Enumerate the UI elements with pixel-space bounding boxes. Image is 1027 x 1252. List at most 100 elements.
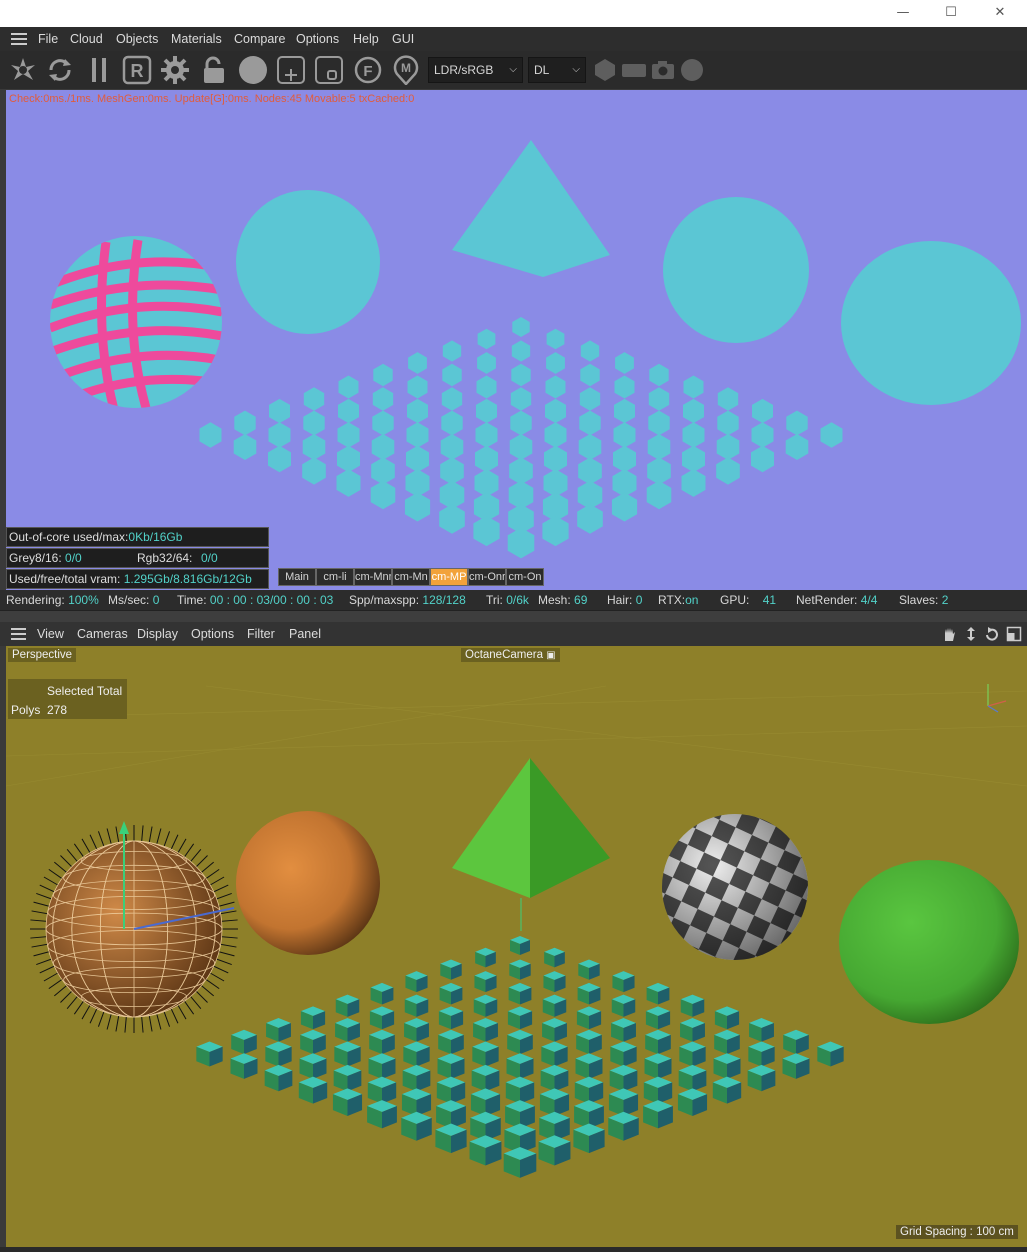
camera-label[interactable]: OctaneCamera ▣ bbox=[461, 648, 560, 662]
viewport-menu-cameras[interactable]: Cameras bbox=[77, 627, 128, 641]
maximize-icon[interactable]: ☐ bbox=[928, 0, 974, 27]
render-hex-cube bbox=[337, 422, 360, 448]
axis-gizmo-icon bbox=[987, 684, 1007, 713]
rectangle-icon[interactable] bbox=[619, 55, 649, 85]
maximize-icon[interactable] bbox=[1006, 626, 1022, 642]
render-hex-cube bbox=[717, 387, 739, 411]
refresh-icon[interactable] bbox=[45, 55, 75, 85]
pause-icon[interactable] bbox=[84, 55, 114, 85]
viewport-cube bbox=[577, 982, 601, 1005]
render-tab-cm-on[interactable]: cm-On bbox=[506, 568, 544, 586]
render-tab-cm-mn[interactable]: cm-Mn bbox=[392, 568, 430, 586]
gear-icon[interactable] bbox=[160, 55, 190, 85]
render-hex-cube bbox=[544, 445, 567, 473]
viewport-menu-panel[interactable]: Panel bbox=[289, 627, 321, 641]
menu-help[interactable]: Help bbox=[353, 32, 379, 46]
viewport-cube bbox=[714, 1029, 740, 1055]
render-hex-cube bbox=[507, 527, 535, 559]
render-hex-cube bbox=[302, 457, 326, 485]
octane-logo-icon[interactable] bbox=[8, 55, 38, 85]
editor-viewport[interactable]: Perspective OctaneCamera ▣ Selected Tota… bbox=[6, 646, 1027, 1247]
camera-name: OctaneCamera bbox=[465, 649, 543, 661]
render-scene bbox=[50, 140, 1021, 559]
render-cube-grid bbox=[199, 317, 843, 559]
circle-icon[interactable] bbox=[677, 55, 707, 85]
camera-icon[interactable] bbox=[648, 55, 678, 85]
viewport-cube bbox=[404, 994, 429, 1017]
viewport-cube bbox=[367, 1076, 397, 1104]
render-tab-cm-li[interactable]: cm-li bbox=[316, 568, 354, 586]
m-pin-icon[interactable]: M bbox=[391, 55, 421, 85]
perspective-label[interactable]: Perspective bbox=[8, 648, 77, 662]
viewport-cube bbox=[264, 1064, 293, 1092]
render-hex-cube bbox=[614, 375, 635, 399]
octane-window: File Cloud Objects Materials Compare Opt… bbox=[0, 27, 1027, 1252]
minimize-icon[interactable]: — bbox=[880, 0, 926, 27]
viewport-cube bbox=[231, 1029, 257, 1055]
viewport-cube bbox=[437, 1053, 465, 1079]
viewport-cube bbox=[679, 1041, 706, 1067]
kernel-select[interactable]: DL ⌵ bbox=[528, 57, 586, 83]
viewport-menu-options[interactable]: Options bbox=[191, 627, 234, 641]
hamburger-menu-icon[interactable] bbox=[11, 628, 26, 640]
viewport-cube bbox=[612, 971, 635, 993]
render-hex-cube bbox=[338, 398, 359, 424]
render-hex-cube bbox=[786, 410, 808, 436]
render-hex-cube bbox=[336, 469, 361, 497]
render-hex-cube bbox=[441, 410, 463, 436]
lock-icon[interactable] bbox=[199, 55, 229, 85]
menu-file[interactable]: File bbox=[38, 32, 58, 46]
viewport-cube bbox=[643, 1100, 673, 1129]
menu-materials[interactable]: Materials bbox=[171, 32, 222, 46]
render-viewport[interactable]: Check:0ms./1ms. MeshGen:0ms. Update[G]:0… bbox=[6, 90, 1027, 590]
viewport-cube bbox=[435, 1123, 467, 1154]
selection-info: Selected Total Polys 278 bbox=[8, 679, 127, 719]
hand-icon[interactable] bbox=[941, 626, 957, 642]
viewport-grid bbox=[6, 685, 1027, 787]
add-region-icon[interactable] bbox=[276, 55, 306, 85]
viewport-cube bbox=[436, 1076, 466, 1104]
render-green-sphere-mask bbox=[841, 241, 1021, 405]
render-tab-cm-mnr[interactable]: cm-Mnr bbox=[354, 568, 392, 586]
viewport-cube bbox=[473, 994, 498, 1017]
tonemap-select[interactable]: LDR/sRGB ⌵ bbox=[428, 57, 523, 83]
menu-objects[interactable]: Objects bbox=[116, 32, 158, 46]
menu-options[interactable]: Options bbox=[296, 32, 339, 46]
render-hex-cube bbox=[716, 434, 740, 460]
viewport-cube bbox=[646, 982, 670, 1005]
close-icon[interactable]: ✕ bbox=[977, 0, 1023, 27]
viewport-menu-display[interactable]: Display bbox=[137, 627, 178, 641]
region-icon[interactable] bbox=[314, 55, 344, 85]
rgb-value: 0/0 bbox=[201, 551, 218, 565]
render-hex-cube bbox=[476, 375, 497, 399]
viewport-cube bbox=[538, 1135, 571, 1166]
viewport-cube bbox=[542, 1018, 567, 1042]
viewport-cube bbox=[333, 1064, 362, 1092]
render-tab-cm-onr[interactable]: cm-Onr bbox=[468, 568, 506, 586]
render-hex-cube bbox=[580, 363, 600, 387]
viewport-cube bbox=[300, 1029, 326, 1055]
render-tab-main[interactable]: Main bbox=[278, 568, 316, 586]
render-hex-cube bbox=[475, 445, 498, 473]
render-status-bar: Rendering: 100% Ms/sec: 0 Time: 00 : 00 … bbox=[0, 590, 1027, 610]
move-icon[interactable] bbox=[963, 626, 979, 642]
viewport-menu-filter[interactable]: Filter bbox=[247, 627, 275, 641]
viewport-menu-view[interactable]: View bbox=[37, 627, 64, 641]
menu-compare[interactable]: Compare bbox=[234, 32, 285, 46]
viewport-cube bbox=[472, 1041, 499, 1067]
hamburger-menu-icon[interactable] bbox=[11, 33, 27, 45]
render-tab-cm-mp[interactable]: cm-MP bbox=[430, 568, 468, 586]
viewport-cube bbox=[367, 1100, 397, 1129]
menu-cloud[interactable]: Cloud bbox=[70, 32, 103, 46]
hexagon-icon[interactable] bbox=[590, 55, 620, 85]
menu-gui[interactable]: GUI bbox=[392, 32, 414, 46]
viewport-cube bbox=[298, 1076, 328, 1104]
sphere-icon[interactable] bbox=[238, 55, 268, 85]
status-hair: Hair: 0 bbox=[607, 593, 643, 607]
r-icon[interactable]: R bbox=[122, 55, 152, 85]
f-icon[interactable]: F bbox=[353, 55, 383, 85]
render-hex-cube bbox=[440, 457, 464, 485]
viewport-cube bbox=[475, 947, 496, 968]
panel-splitter[interactable] bbox=[0, 610, 1027, 622]
rotate-icon[interactable] bbox=[984, 626, 1000, 642]
